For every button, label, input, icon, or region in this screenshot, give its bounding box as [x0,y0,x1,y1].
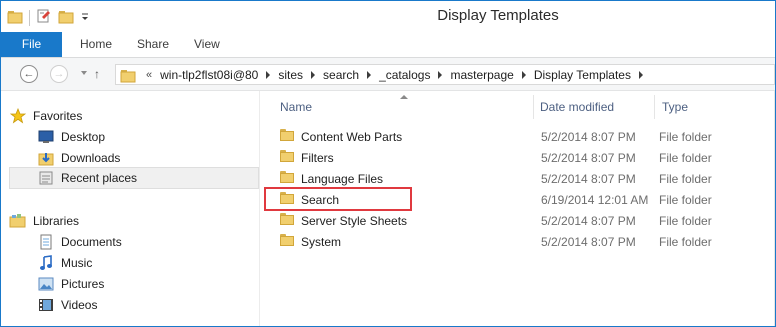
ribbon-tabs: File Home Share View [1,32,775,58]
file-row[interactable]: Filters 5/2/2014 8:07 PM File folder [276,147,766,168]
file-type: File folder [659,129,712,144]
nav-item-videos[interactable]: Videos [37,294,97,316]
column-header-name[interactable]: Name [280,95,312,119]
nav-item-recent-places[interactable]: Recent places [9,167,259,189]
folder-icon [280,171,294,183]
file-type: File folder [659,213,712,228]
address-bar[interactable]: « win-tlp2flst08i@80 sites search _catal… [115,64,775,85]
chevron-right-icon[interactable] [266,70,271,79]
nav-label: Documents [61,235,122,249]
folder-icon [280,213,294,225]
file-name: Language Files [301,171,384,186]
file-type: File folder [659,150,712,165]
file-list: Name Date modified Type Content Web Part… [260,91,775,326]
back-button[interactable]: ← [20,65,38,83]
pane-edge [774,91,775,326]
nav-item-downloads[interactable]: Downloads [37,147,120,169]
file-type: File folder [659,171,712,186]
folder-icon [280,150,294,162]
file-name: Filters [301,150,334,165]
file-name: Content Web Parts [301,129,403,144]
file-row[interactable]: System 5/2/2014 8:07 PM File folder [276,231,766,252]
file-name: System [301,234,342,249]
nav-item-desktop[interactable]: Desktop [37,126,105,148]
breadcrumb-item[interactable]: sites [278,68,303,82]
folder-icon [120,67,136,83]
explorer-window: Display Templates File Home Share View ←… [0,0,776,327]
chevron-right-icon[interactable] [438,70,443,79]
tab-share[interactable]: Share [137,32,169,57]
documents-icon [37,234,55,250]
chevron-right-icon[interactable] [367,70,372,79]
nav-libraries[interactable]: Libraries [9,210,79,232]
recent-places-icon [37,170,55,186]
nav-item-pictures[interactable]: Pictures [37,273,104,295]
breadcrumb-item[interactable]: win-tlp2flst08i@80 [160,68,258,82]
file-date: 5/2/2014 8:07 PM [541,150,636,165]
libraries-icon [9,213,27,229]
column-header-date[interactable]: Date modified [540,95,614,119]
tab-view[interactable]: View [194,32,220,57]
nav-label: Videos [61,298,98,312]
forward-button[interactable]: → [50,65,68,83]
tab-home[interactable]: Home [80,32,112,57]
file-date: 5/2/2014 8:07 PM [541,129,636,144]
nav-item-music[interactable]: Music [37,252,92,274]
file-date: 6/19/2014 12:01 AM [541,192,649,207]
nav-favorites[interactable]: Favorites [9,105,82,127]
up-button[interactable]: ↑ [94,64,100,84]
file-date: 5/2/2014 8:07 PM [541,234,636,249]
up-arrow-icon: ↑ [94,67,100,81]
videos-icon [37,297,55,313]
file-name: Server Style Sheets [301,213,408,228]
file-type: File folder [659,192,712,207]
breadcrumb-item[interactable]: Display Templates [534,68,631,82]
chevron-right-icon[interactable] [638,70,643,79]
navigation-pane: Favorites Desktop Downloads Recent place… [1,91,260,326]
navigation-bar: ← → ↑ « win-tlp2flst08i@80 sites search … [1,58,775,91]
desktop-icon [37,129,55,145]
pictures-icon [37,276,55,292]
chevron-right-icon[interactable] [521,70,526,79]
file-row[interactable]: Server Style Sheets 5/2/2014 8:07 PM Fil… [276,210,766,231]
folder-icon [280,129,294,141]
file-date: 5/2/2014 8:07 PM [541,213,636,228]
nav-label: Libraries [33,214,80,228]
chevron-right-icon[interactable] [311,70,316,79]
file-row[interactable]: Content Web Parts 5/2/2014 8:07 PM File … [276,126,766,147]
breadcrumb-overflow[interactable]: « [146,69,152,81]
downloads-icon [37,150,55,166]
breadcrumb-item[interactable]: _catalogs [379,68,430,82]
column-divider[interactable] [654,95,655,119]
nav-label: Pictures [61,277,105,291]
sort-ascending-icon [400,95,408,99]
music-icon [37,255,55,271]
nav-label: Downloads [61,151,121,165]
star-icon [9,108,27,124]
recent-locations-dropdown[interactable] [81,71,87,75]
file-type: File folder [659,234,712,249]
back-arrow-icon: ← [23,68,35,80]
nav-label: Recent places [61,171,138,185]
tab-file[interactable]: File [1,32,62,57]
breadcrumb-item[interactable]: masterpage [450,68,513,82]
nav-label: Desktop [61,130,106,144]
title-bar: Display Templates [1,1,775,32]
folder-icon [280,234,294,246]
highlight-annotation [264,187,412,211]
breadcrumb-item[interactable]: search [323,68,359,82]
column-header-type[interactable]: Type [662,95,688,119]
file-date: 5/2/2014 8:07 PM [541,171,636,186]
nav-label: Music [61,256,93,270]
file-row[interactable]: Language Files 5/2/2014 8:07 PM File fol… [276,168,766,189]
forward-arrow-icon: → [53,68,65,80]
nav-label: Favorites [33,109,83,123]
column-divider[interactable] [533,95,534,119]
nav-item-documents[interactable]: Documents [37,231,122,253]
window-title: Display Templates [437,7,559,24]
